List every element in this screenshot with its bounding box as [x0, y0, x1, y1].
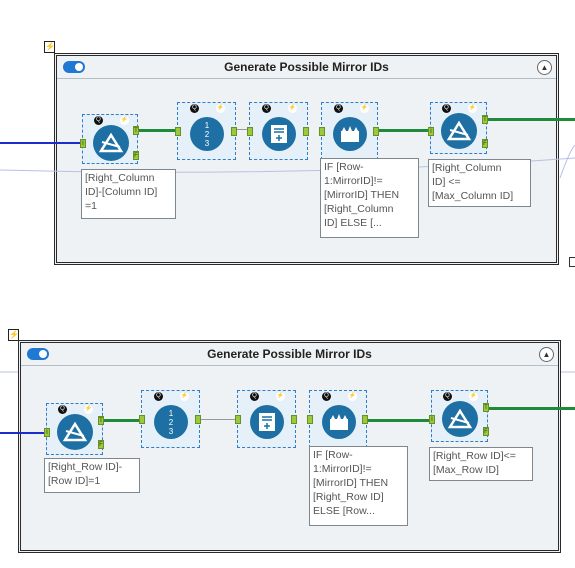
multi-row-annotation: IF [Row- 1:MirrorID]!= [MirrorID] THEN […: [320, 158, 419, 238]
filter-false-anchor[interactable]: F: [98, 440, 104, 449]
bolt-badge: ⚡: [180, 392, 189, 401]
input-connection-line: [0, 432, 46, 434]
filter-tool[interactable]: Q ⚡ I T F: [44, 403, 104, 455]
filter-input-anchor[interactable]: I: [428, 127, 434, 136]
bolt-badge: ⚡: [288, 104, 297, 113]
output-anchor[interactable]: [231, 127, 237, 136]
container-title: Generate Possible Mirror IDs: [224, 60, 389, 74]
output-anchor[interactable]: [373, 127, 379, 136]
connection-line: [200, 419, 238, 420]
container-header[interactable]: Generate Possible Mirror IDs ▲: [57, 56, 556, 79]
digit-label: 2: [168, 417, 174, 427]
input-anchor[interactable]: [247, 127, 253, 136]
filter-tool[interactable]: Q ⚡ I T F: [80, 114, 139, 164]
multi-row-formula-icon: [322, 405, 356, 439]
filter-false-anchor[interactable]: F: [482, 139, 488, 148]
bolt-badge: ⚡: [120, 116, 129, 125]
filter-input-anchor[interactable]: I: [44, 428, 50, 437]
container-header[interactable]: Generate Possible Mirror IDs ▲: [21, 343, 558, 366]
connection-line: [378, 129, 430, 132]
filter-input-anchor[interactable]: I: [429, 415, 435, 424]
qualifier-badge: Q: [322, 392, 331, 401]
collapse-icon[interactable]: ▲: [539, 347, 554, 362]
filter-false-anchor[interactable]: F: [483, 427, 489, 436]
multi-row-formula-tool[interactable]: Q ⚡: [319, 102, 379, 160]
formula-tool[interactable]: Q ⚡: [235, 390, 297, 448]
digit-label: 2: [204, 129, 210, 139]
input-anchor[interactable]: [139, 415, 145, 424]
bolt-badge: ⚡: [348, 392, 357, 401]
bolt-badge: ⚡: [84, 405, 93, 414]
qualifier-badge: Q: [250, 392, 259, 401]
container-title: Generate Possible Mirror IDs: [207, 347, 372, 361]
filter-tool[interactable]: Q ⚡ I T F: [429, 390, 489, 442]
multi-row-formula-tool[interactable]: Q ⚡: [307, 390, 368, 448]
connection-line: [487, 407, 575, 410]
qualifier-badge: Q: [94, 116, 103, 125]
connection-line: [367, 419, 431, 422]
input-anchor[interactable]: [175, 127, 181, 136]
bolt-badge: ⚡: [216, 104, 225, 113]
filter-true-anchor[interactable]: T: [482, 115, 488, 124]
record-id-tool[interactable]: Q ⚡ 1 2 3: [175, 102, 237, 160]
digit-label: 3: [204, 138, 210, 148]
formula-tool[interactable]: Q ⚡: [247, 102, 309, 160]
output-anchor[interactable]: [303, 127, 309, 136]
filter-annotation: [Right_Column ID] <= [Max_Column ID]: [428, 159, 531, 207]
connection-line: [486, 118, 575, 121]
filter-triangle-icon: [442, 401, 478, 437]
filter-false-anchor[interactable]: F: [133, 151, 139, 160]
bolt-badge: ⚡: [276, 392, 285, 401]
output-anchor[interactable]: [362, 415, 368, 424]
input-anchor[interactable]: [319, 127, 325, 136]
filter-annotation: [Right_Row ID]- [Row ID]=1: [44, 458, 140, 493]
qualifier-badge: Q: [334, 104, 343, 113]
filter-tool[interactable]: Q ⚡ I T F: [428, 102, 488, 154]
filter-triangle-icon: [93, 125, 129, 161]
filter-input-anchor[interactable]: I: [80, 139, 86, 148]
filter-annotation: [Right_Row ID]<= [Max_Row ID]: [429, 447, 533, 481]
filter-triangle-icon: [441, 113, 477, 149]
qualifier-badge: Q: [442, 104, 451, 113]
digit-label: 3: [168, 426, 174, 436]
formula-icon: [262, 117, 296, 151]
collapse-icon[interactable]: ▲: [537, 60, 552, 75]
input-anchor[interactable]: [307, 415, 313, 424]
record-id-icon: 1 2 3: [190, 117, 224, 151]
qualifier-badge: Q: [190, 104, 199, 113]
output-anchor[interactable]: [195, 415, 201, 424]
container-bolt-icon: ⚡: [44, 41, 55, 53]
digit-label: 1: [204, 120, 210, 130]
output-anchor[interactable]: [291, 415, 297, 424]
bolt-badge: ⚡: [360, 104, 369, 113]
digit-label: 1: [168, 408, 174, 418]
qualifier-badge: Q: [58, 405, 67, 414]
qualifier-badge: Q: [154, 392, 163, 401]
multi-row-formula-icon: [333, 117, 367, 151]
filter-true-anchor[interactable]: T: [133, 126, 139, 135]
bolt-badge: ⚡: [469, 392, 478, 401]
qualifier-badge: Q: [262, 104, 271, 113]
record-id-icon: 1 2 3: [154, 405, 188, 439]
bolt-badge: ⚡: [468, 104, 477, 113]
qualifier-badge: Q: [443, 392, 452, 401]
connection-line: [102, 419, 142, 422]
filter-annotation: [Right_Column ID]-[Column ID] =1: [81, 169, 176, 219]
filter-true-anchor[interactable]: T: [98, 416, 104, 425]
multi-row-annotation: IF [Row- 1:MirrorID]!= [MirrorID] THEN […: [309, 446, 408, 526]
input-connection-line: [0, 142, 82, 144]
formula-icon: [250, 405, 284, 439]
input-anchor[interactable]: [235, 415, 241, 424]
filter-true-anchor[interactable]: T: [483, 403, 489, 412]
record-id-tool[interactable]: Q ⚡ 1 2 3: [139, 390, 201, 448]
connection-line: [138, 129, 178, 132]
filter-triangle-icon: [57, 414, 93, 450]
offscreen-marker: [569, 257, 575, 267]
